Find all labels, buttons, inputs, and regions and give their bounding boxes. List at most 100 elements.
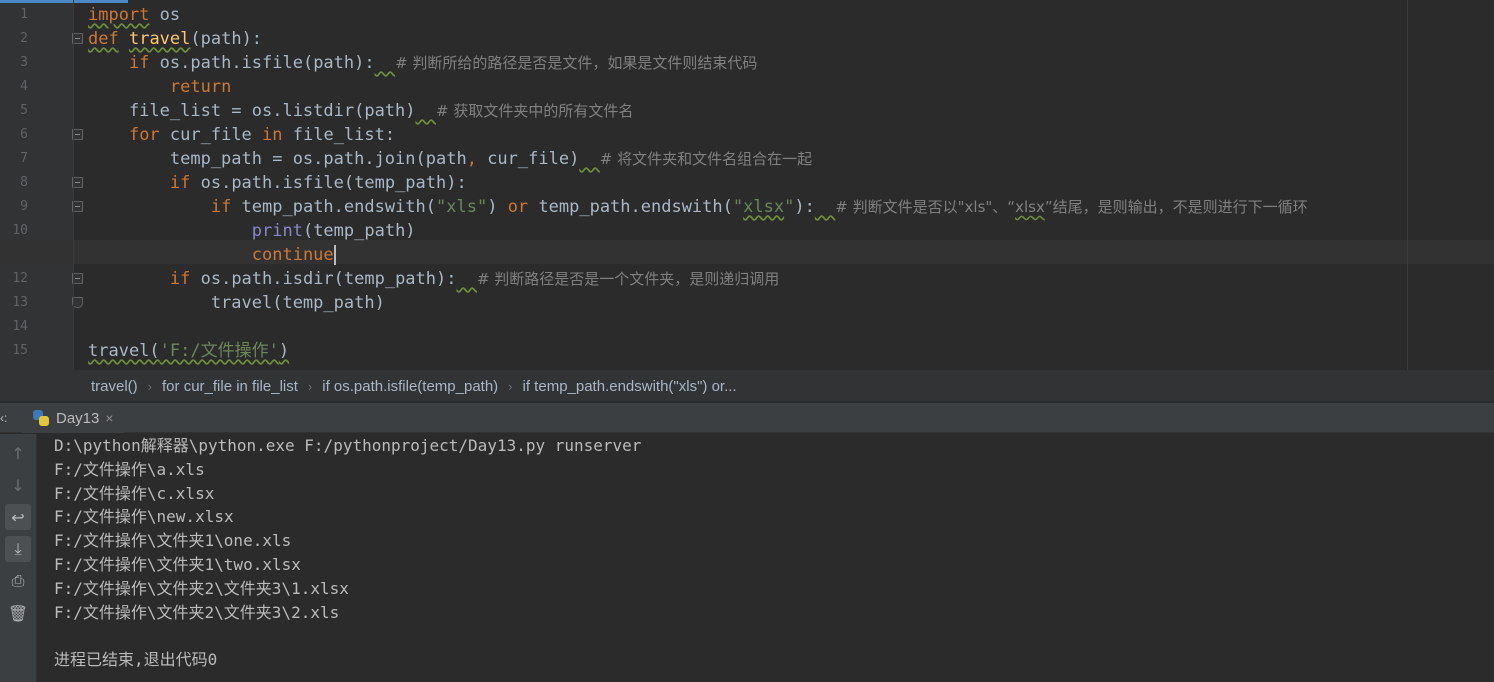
code-token: , bbox=[466, 149, 477, 169]
code-token: xlsx bbox=[743, 197, 785, 217]
code-token: ) bbox=[487, 197, 508, 217]
tab-day13[interactable]: Day13 × bbox=[22, 403, 124, 433]
code-line: import os bbox=[88, 3, 1308, 27]
code-line: if os.path.isdir(temp_path): # 判断路径是否是一个… bbox=[88, 267, 1308, 291]
code-token: file_list = os.listdir(path) bbox=[88, 101, 416, 121]
code-token: # 将文件夹和文件名组合在一起 bbox=[599, 150, 813, 168]
code-line: print(temp_path) bbox=[88, 219, 1308, 243]
breadcrumb-item[interactable]: if temp_path.endswith("xls") or... bbox=[523, 371, 737, 401]
soft-wrap-icon[interactable]: ↩ bbox=[5, 504, 31, 530]
line-number: 7 bbox=[20, 151, 28, 166]
code-line: for cur_file in file_list: bbox=[88, 123, 1308, 147]
gutter-separator bbox=[73, 0, 74, 370]
line-number: 3 bbox=[20, 55, 28, 70]
code-token: if bbox=[169, 173, 191, 193]
line-number: 13 bbox=[12, 295, 28, 310]
console-output-line: F:/文件操作\文件夹2\文件夹3\1.xlsx bbox=[54, 578, 349, 598]
code-line: temp_path = os.path.join(path, cur_file)… bbox=[88, 147, 1308, 171]
code-text[interactable]: import os def travel(path): if os.path.is… bbox=[88, 3, 1308, 363]
code-token: file_list: bbox=[282, 125, 396, 145]
code-token: travel bbox=[128, 29, 191, 49]
scroll-to-end-icon[interactable]: ⤓ bbox=[5, 536, 31, 562]
text-caret bbox=[333, 245, 336, 265]
code-token: if bbox=[210, 197, 232, 217]
console-command-line: D:\python解释器\python.exe F:/pythonproject… bbox=[54, 436, 642, 455]
print-icon[interactable]: ⎙ bbox=[5, 568, 31, 594]
console-output-line: F:/文件操作\文件夹1\one.xls bbox=[54, 531, 292, 551]
code-token: cur_file bbox=[159, 125, 263, 145]
up-arrow-icon[interactable]: ↑ bbox=[5, 440, 31, 466]
line-number: 14 bbox=[12, 319, 28, 334]
breadcrumb-item[interactable]: travel() bbox=[91, 371, 138, 401]
run-panel-edge-label: ‹: bbox=[0, 411, 8, 425]
run-console[interactable]: D:\python解释器\python.exe F:/pythonproject… bbox=[38, 434, 1494, 682]
code-line: file_list = os.listdir(path) # 获取文件夹中的所有… bbox=[88, 99, 1308, 123]
code-token: " bbox=[784, 197, 795, 217]
console-output-line: F:/文件操作\new.xlsx bbox=[54, 507, 234, 527]
console-output-line: F:/文件操作\a.xls bbox=[54, 459, 205, 479]
code-line: continue bbox=[88, 243, 1308, 267]
code-token: # 判断所给的路径是否是文件，如果是文件则结束代码 bbox=[395, 54, 758, 72]
line-number: 15 bbox=[12, 343, 28, 358]
run-tool-window-tabs: ‹: Day13 × bbox=[0, 403, 1494, 433]
code-token: # 判断文件是否以"xls"、“ bbox=[835, 198, 1016, 216]
code-token: print bbox=[251, 221, 303, 241]
breadcrumb-separator-icon: › bbox=[508, 379, 513, 394]
breadcrumb-separator-icon: › bbox=[147, 379, 153, 394]
line-number: 12 bbox=[12, 271, 28, 286]
line-number: 1 bbox=[20, 7, 28, 22]
code-token: import bbox=[88, 5, 150, 25]
code-token: ) bbox=[278, 341, 290, 361]
code-token: (path): bbox=[190, 29, 263, 49]
run-toolbar: ↑ ↓ ↩ ⤓ ⎙ 🗑 bbox=[0, 434, 37, 682]
down-arrow-icon[interactable]: ↓ bbox=[5, 472, 31, 498]
code-token: xlsx bbox=[1015, 198, 1045, 216]
gutter-current-line bbox=[0, 240, 73, 264]
code-token: travel( bbox=[88, 341, 160, 361]
code-token: " bbox=[732, 197, 744, 217]
line-number: 6 bbox=[20, 127, 28, 142]
code-token: # 判断路径是否是一个文件夹，是则递归调用 bbox=[476, 270, 780, 288]
code-token: ”结尾，是则输出，不是则进行下一循环 bbox=[1044, 198, 1308, 216]
line-number: 2 bbox=[20, 31, 28, 46]
code-line: def travel(path): bbox=[88, 27, 1308, 51]
code-token: def bbox=[88, 29, 119, 49]
breadcrumb-item[interactable]: for cur_file in file_list bbox=[162, 371, 298, 401]
close-icon[interactable]: × bbox=[105, 410, 113, 426]
code-token: continue bbox=[251, 245, 334, 265]
code-token: in bbox=[262, 125, 283, 145]
console-output-line: F:/文件操作\c.xlsx bbox=[54, 483, 215, 503]
code-editor[interactable]: 123456789101112131415 import osdef trave… bbox=[0, 0, 1494, 370]
right-margin-guide bbox=[1407, 0, 1408, 370]
code-line: if temp_path.endswith("xls") or temp_pat… bbox=[88, 195, 1308, 219]
line-number: 8 bbox=[20, 175, 28, 190]
code-token: travel(temp_path) bbox=[88, 293, 385, 313]
code-token: if bbox=[169, 269, 191, 289]
code-token: temp_path = os.path.join(path bbox=[88, 149, 467, 169]
code-token: if bbox=[128, 53, 150, 73]
code-line: travel(temp_path) bbox=[88, 291, 1308, 315]
line-number: 9 bbox=[20, 199, 28, 214]
code-token: 'F:/文件操作' bbox=[159, 341, 279, 361]
console-output-line: F:/文件操作\文件夹2\文件夹3\2.xls bbox=[54, 602, 340, 622]
breadcrumb-item[interactable]: if os.path.isfile(temp_path) bbox=[322, 371, 498, 401]
line-number: 5 bbox=[20, 103, 28, 118]
console-output-line: F:/文件操作\文件夹1\two.xlsx bbox=[54, 554, 301, 574]
breadcrumb-separator-icon: › bbox=[307, 379, 313, 394]
trash-icon[interactable]: 🗑 bbox=[5, 600, 31, 626]
code-token: or bbox=[507, 197, 529, 217]
